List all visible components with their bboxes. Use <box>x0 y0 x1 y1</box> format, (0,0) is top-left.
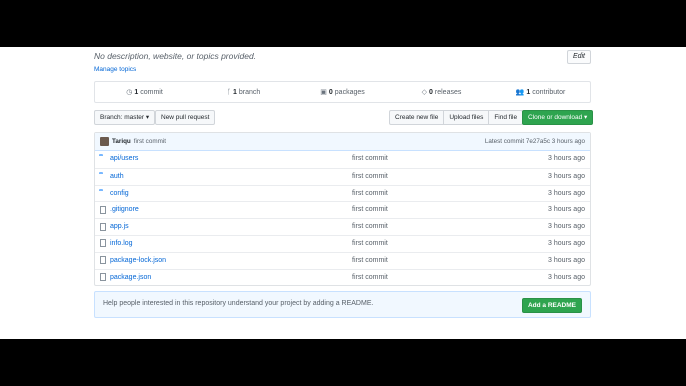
commit-message[interactable]: first commit <box>134 138 166 145</box>
file-age: 3 hours ago <box>548 256 585 264</box>
stat-count: 0 <box>328 88 333 96</box>
file-commit-message[interactable]: first commit <box>352 151 388 167</box>
file-row: api/users first commit 3 hours ago <box>95 151 590 168</box>
stat-label: branch <box>238 88 261 96</box>
package-icon: ▣ <box>320 89 327 96</box>
file-name-link[interactable]: .gitignore <box>110 202 139 218</box>
stat-label: releases <box>434 88 462 96</box>
file-age: 3 hours ago <box>548 155 585 162</box>
file-row: config first commit 3 hours ago <box>95 184 590 202</box>
file-age: 3 hours ago <box>548 189 585 197</box>
manage-topics-link[interactable]: Manage topics <box>94 66 591 73</box>
file-commit-message[interactable]: first commit <box>352 186 388 202</box>
stat-count: 1 <box>526 88 531 96</box>
readme-prompt: Help people interested in this repositor… <box>94 291 591 318</box>
stat-branches[interactable]: ᚴ 1 branch <box>194 82 293 102</box>
file-icon <box>100 256 106 265</box>
new-pull-request-button[interactable]: New pull request <box>155 110 216 125</box>
file-icon <box>100 239 106 248</box>
find-file-button[interactable]: Find file <box>488 110 524 125</box>
stat-count: 1 <box>134 88 139 96</box>
file-commit-message[interactable]: first commit <box>352 270 388 286</box>
file-icon <box>100 222 106 231</box>
readme-prompt-text: Help people interested in this repositor… <box>103 300 374 307</box>
file-row: .gitignore first commit 3 hours ago <box>95 201 590 218</box>
file-list: api/users first commit 3 hours ago auth firs… <box>95 151 590 285</box>
repo-stats-bar: ◷ 1 commit ᚴ 1 branch ▣ 0 packages ◇ 0 r… <box>94 81 591 103</box>
add-readme-button[interactable]: Add a README <box>521 298 582 313</box>
latest-commit-info[interactable]: Latest commit 7e27a5c 3 hours ago <box>485 138 585 145</box>
create-new-file-button[interactable]: Create new file <box>389 110 445 125</box>
file-name-link[interactable]: config <box>110 186 129 202</box>
file-commit-message[interactable]: first commit <box>352 253 388 269</box>
file-row: package-lock.json first commit 3 hours ago <box>95 251 590 269</box>
file-row: app.js first commit 3 hours ago <box>95 218 590 235</box>
avatar[interactable] <box>100 137 109 146</box>
file-name-link[interactable]: auth <box>110 169 124 185</box>
branch-select-button[interactable]: Branch: master ▾ <box>94 110 156 125</box>
stat-label: contributor <box>532 88 566 96</box>
file-toolbar: Branch: master ▾ New pull request Create… <box>94 110 594 126</box>
edit-button[interactable]: Edit <box>566 50 591 64</box>
file-row: info.log first commit 3 hours ago <box>95 234 590 252</box>
file-age: 3 hours ago <box>548 172 585 180</box>
clone-or-download-button[interactable]: Clone or download ▾ <box>522 110 594 125</box>
file-table: Tariqu first commit Latest commit 7e27a5… <box>94 132 591 287</box>
stat-commits[interactable]: ◷ 1 commit <box>95 82 194 102</box>
people-icon: 👥 <box>515 89 525 96</box>
file-commit-message[interactable]: first commit <box>352 202 388 218</box>
file-icon <box>100 205 106 214</box>
file-name-link[interactable]: info.log <box>110 236 133 252</box>
branch-icon: ᚴ <box>226 88 231 96</box>
stat-label: packages <box>334 88 365 96</box>
file-icon <box>100 273 106 282</box>
file-row: package.json first commit 3 hours ago <box>95 268 590 286</box>
upload-files-button[interactable]: Upload files <box>443 110 490 125</box>
file-age: 3 hours ago <box>548 273 585 281</box>
file-age: 3 hours ago <box>548 239 585 247</box>
file-row: auth first commit 3 hours ago <box>95 167 590 185</box>
repo-description: No description, website, or topics provi… <box>94 49 591 64</box>
file-name-link[interactable]: package-lock.json <box>110 253 166 269</box>
file-commit-message[interactable]: first commit <box>352 219 388 235</box>
commit-author[interactable]: Tariqu <box>112 138 131 145</box>
latest-commit-bar: Tariqu first commit Latest commit 7e27a5… <box>95 133 590 151</box>
file-actions-group: Create new file Upload files Find file <box>389 110 524 125</box>
description-text: No description, website, or topics provi… <box>94 51 257 61</box>
file-name-link[interactable]: api/users <box>110 151 138 167</box>
commit-icon: ◷ <box>126 89 133 96</box>
file-commit-message[interactable]: first commit <box>352 169 388 185</box>
stat-count: 1 <box>232 88 237 96</box>
file-age: 3 hours ago <box>548 223 585 231</box>
stat-releases[interactable]: ◇ 0 releases <box>392 82 491 102</box>
stat-count: 0 <box>429 88 433 96</box>
file-age: 3 hours ago <box>548 206 585 214</box>
stat-packages[interactable]: ▣ 0 packages <box>293 82 392 102</box>
stat-label: commit <box>140 88 163 96</box>
stat-contributors[interactable]: 👥 1 contributor <box>491 82 590 102</box>
repository-page: No description, website, or topics provi… <box>0 47 686 339</box>
file-commit-message[interactable]: first commit <box>352 236 388 252</box>
file-name-link[interactable]: package.json <box>110 270 151 286</box>
file-name-link[interactable]: app.js <box>110 219 129 235</box>
tag-icon: ◇ <box>421 89 427 96</box>
